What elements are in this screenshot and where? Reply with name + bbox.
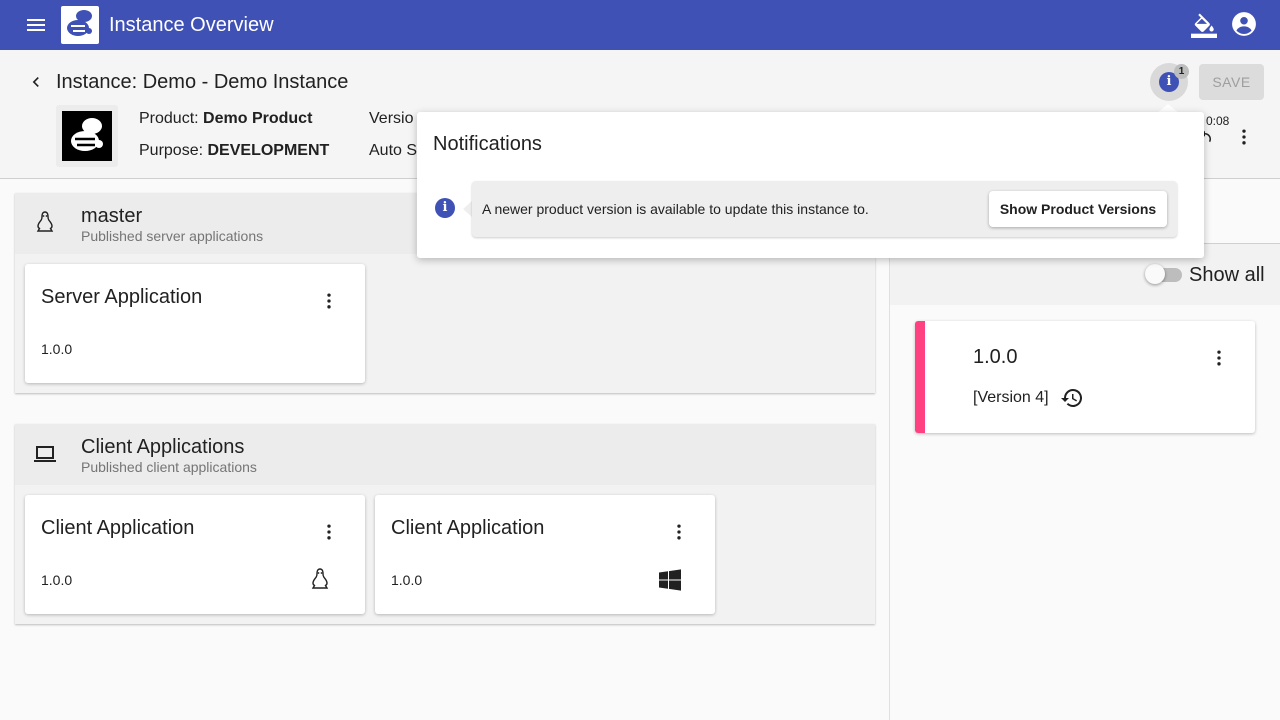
app-card[interactable] <box>375 495 715 614</box>
version-label: Versio <box>369 110 414 127</box>
app-card[interactable] <box>25 495 365 614</box>
page-title: Instance: Demo - Demo Instance <box>56 71 349 93</box>
app-card-title: Client Application <box>41 517 195 539</box>
more-vert-icon[interactable] <box>669 520 689 544</box>
app-card-version: 1.0.0 <box>41 341 73 357</box>
purpose-label: Purpose: <box>139 142 204 159</box>
more-vert-icon[interactable] <box>1209 346 1229 370</box>
more-vert-icon[interactable] <box>1234 127 1254 147</box>
group-title: master <box>81 205 143 227</box>
app-card-title: Client Application <box>391 517 545 539</box>
autostart-label: Auto S <box>369 142 418 159</box>
app-card-title: Server Application <box>41 286 203 308</box>
notification-count-badge: 1 <box>1174 64 1189 79</box>
bee-logo-icon <box>71 118 103 151</box>
notification-message: A newer product version is available to … <box>482 201 869 217</box>
show-product-versions-button[interactable]: Show Product Versions <box>989 191 1167 227</box>
app-card-version: 1.0.0 <box>391 572 423 588</box>
bee-logo-icon <box>67 10 92 36</box>
menu-icon[interactable] <box>24 13 48 37</box>
version-card[interactable] <box>915 321 1255 433</box>
app-logo[interactable] <box>61 6 99 44</box>
time-readout: 0:08 <box>1206 114 1230 128</box>
linux-icon <box>36 211 54 232</box>
group-title: Client Applications <box>81 436 245 458</box>
history-icon[interactable] <box>1060 386 1084 410</box>
notification-popup-title: Notifications <box>433 133 542 155</box>
windows-icon <box>659 569 681 591</box>
format-color-fill-icon[interactable] <box>1191 12 1217 38</box>
save-button[interactable]: SAVE <box>1199 64 1264 100</box>
version-card-tag: [Version 4] <box>973 389 1049 406</box>
product-label: Product: <box>139 110 199 127</box>
back-arrow-icon[interactable] <box>26 72 46 92</box>
account-circle-icon[interactable] <box>1231 11 1257 37</box>
app-card-version: 1.0.0 <box>41 572 73 588</box>
version-card-accent <box>915 321 925 433</box>
more-vert-icon[interactable] <box>319 289 339 313</box>
group-subtitle: Published client applications <box>81 459 257 475</box>
app-card[interactable] <box>25 264 365 383</box>
more-vert-icon[interactable] <box>319 520 339 544</box>
purpose-value: DEVELOPMENT <box>207 142 330 159</box>
product-row: Product: Demo Product <box>139 109 312 129</box>
product-logo <box>56 105 118 167</box>
info-icon: i <box>435 198 455 218</box>
show-all-label: Show all <box>1189 264 1265 286</box>
toolbar-title: Instance Overview <box>109 14 274 36</box>
purpose-row: Purpose: DEVELOPMENT <box>139 141 329 161</box>
product-value: Demo Product <box>203 110 313 127</box>
notification-bubble-arrow <box>463 201 472 217</box>
group-subtitle: Published server applications <box>81 228 264 244</box>
version-card-title: 1.0.0 <box>973 346 1018 368</box>
top-toolbar: Instance Overview <box>0 0 1280 50</box>
show-all-toggle-thumb[interactable] <box>1145 264 1165 284</box>
laptop-icon <box>34 446 56 462</box>
linux-icon <box>311 568 329 589</box>
